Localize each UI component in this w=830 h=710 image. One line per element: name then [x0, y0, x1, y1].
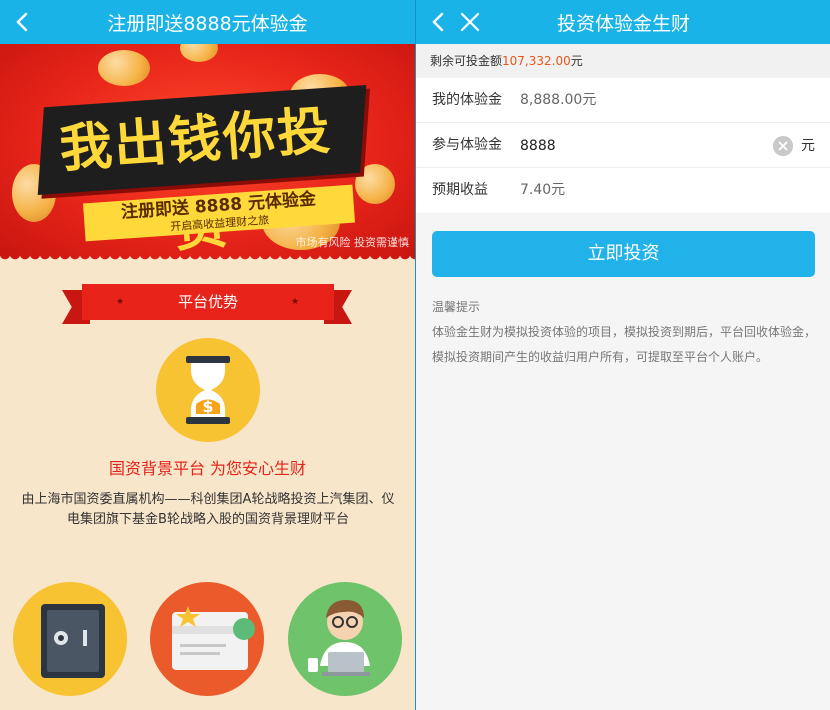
- invest-now-button[interactable]: 立即投资: [432, 231, 815, 277]
- page-title: 投资体验金生财: [556, 12, 690, 35]
- coin-decoration: [98, 50, 150, 86]
- svg-text:$: $: [202, 397, 213, 416]
- tips-text: 体验金生财为模拟投资体验的项目，模拟投资到期后，平台回收体验金，模拟投资期间产生…: [432, 325, 817, 364]
- feature-description: 由上海市国资委直属机构——科创集团A轮战略投资上汽集团、仪电集团旗下基金B轮战略…: [21, 492, 395, 527]
- hourglass-icon: $: [156, 338, 260, 442]
- join-amount-unit: 元: [801, 138, 815, 154]
- left-screen: 注册即送8888元体验金 我出钱你投资 注册即送 8888 元体验金 开启高收益…: [0, 0, 415, 710]
- promo-banner[interactable]: 我出钱你投资 注册即送 8888 元体验金 开启高收益理财之旅: [0, 44, 415, 260]
- scallop-divider: [0, 254, 415, 264]
- safe-icon: [13, 582, 127, 696]
- right-screen: 投资体验金生财 剩余可投金额107,332.00元 我的体验金 8,888.00…: [415, 0, 830, 710]
- my-trial-fund-label: 我的体验金: [432, 92, 502, 108]
- join-trial-fund-label: 参与体验金: [432, 137, 502, 153]
- expected-return-row: 预期收益 7.40元: [416, 168, 830, 213]
- expected-return-value: 7.40元: [520, 182, 566, 198]
- my-trial-fund-row: 我的体验金 8,888.00元: [416, 78, 830, 123]
- card-icon: [150, 582, 264, 696]
- tips-title: 温馨提示: [432, 300, 481, 314]
- banner-headline-box: 我出钱你投资: [37, 84, 367, 259]
- remaining-amount: 107,332.00: [502, 54, 571, 68]
- page-title: 注册即送8888元体验金: [107, 12, 308, 35]
- coin-decoration: [180, 44, 218, 62]
- remaining-amount-bar: 剩余可投金额107,332.00元: [416, 44, 830, 78]
- star-icon: ★: [116, 297, 125, 307]
- feature-title: 国资背景平台 为您安心生财: [108, 459, 307, 478]
- advisor-avatar-icon: [288, 582, 402, 696]
- remaining-unit: 元: [570, 54, 583, 68]
- remaining-label: 剩余可投金额: [430, 54, 503, 68]
- left-header: 注册即送8888元体验金: [0, 0, 415, 44]
- invest-form: 我的体验金 8,888.00元 参与体验金 预期收益 7.40元: [416, 78, 830, 213]
- clear-input-icon[interactable]: [773, 136, 793, 156]
- expected-return-label: 预期收益: [432, 182, 488, 198]
- join-trial-fund-row: 参与体验金: [416, 123, 830, 168]
- risk-note: 市场有风险 投资需谨慎: [295, 236, 410, 249]
- join-amount-input[interactable]: [520, 133, 760, 158]
- star-icon: ★: [291, 297, 300, 307]
- my-trial-fund-value: 8,888.00元: [520, 92, 597, 108]
- right-header: 投资体验金生财: [416, 0, 830, 44]
